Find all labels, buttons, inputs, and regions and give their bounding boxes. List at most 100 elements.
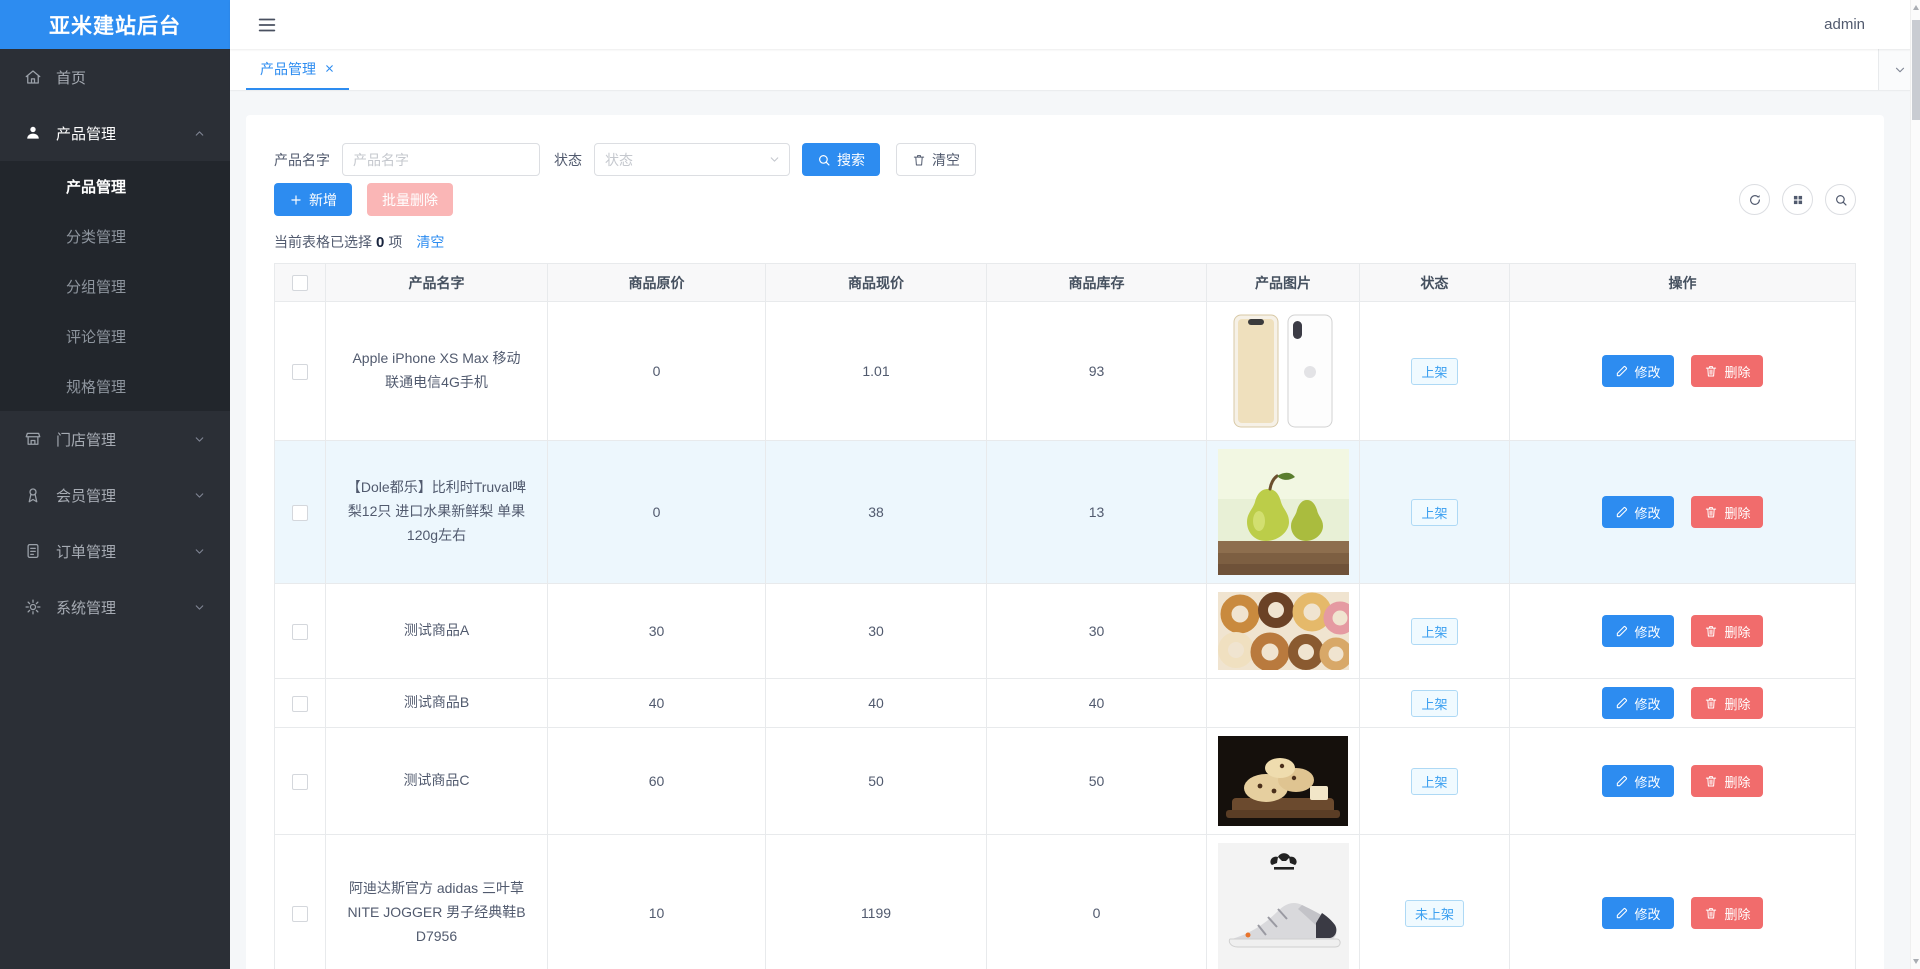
product-current-price: 30: [765, 583, 987, 679]
selection-prefix: 当前表格已选择: [274, 234, 372, 250]
row-checkbox[interactable]: [292, 905, 308, 922]
edit-button[interactable]: 修改: [1601, 765, 1674, 797]
edit-icon: [1616, 907, 1627, 919]
member-icon: [24, 486, 42, 504]
row-checkbox[interactable]: [292, 695, 308, 712]
edit-button[interactable]: 修改: [1601, 897, 1674, 929]
clear-filter-button[interactable]: 清空: [896, 143, 976, 176]
sidebar-item-1[interactable]: 产品管理: [0, 105, 230, 161]
scroll-up-arrow-icon[interactable]: [1913, 5, 1919, 10]
tab-close-icon[interactable]: [324, 63, 335, 74]
zoom-button[interactable]: [1825, 184, 1856, 215]
chevron-down-icon: [1895, 67, 1904, 72]
delete-button-label: 删除: [1724, 364, 1751, 380]
sidebar-subitem-label: 分组管理: [66, 278, 127, 296]
search-button[interactable]: 搜索: [802, 143, 880, 176]
product-image-donuts: [1217, 592, 1349, 670]
product-image-cell: [1206, 583, 1360, 679]
sidebar-subitem-3[interactable]: 评论管理: [0, 311, 230, 361]
product-image-cell: [1206, 678, 1360, 728]
product-stock: 13: [986, 440, 1207, 584]
edit-icon: [1616, 775, 1627, 787]
product-current-price: 38: [765, 440, 987, 584]
sidebar-item-4[interactable]: 订单管理: [0, 523, 230, 579]
tab-product-management[interactable]: 产品管理: [246, 49, 349, 90]
product-image-cell: [1206, 440, 1360, 584]
product-name-input[interactable]: [342, 143, 540, 176]
row-checkbox[interactable]: [292, 623, 308, 640]
app-logo: 亚米建站后台: [0, 0, 230, 49]
sidebar-item-0[interactable]: 首页: [0, 49, 230, 105]
product-name: 测试商品A: [325, 583, 548, 679]
row-checkbox[interactable]: [292, 363, 308, 380]
scrollbar-thumb[interactable]: [1912, 20, 1920, 120]
table-row: 【Dole都乐】比利时Truval啤梨12只 进口水果新鲜梨 单果120g左右 …: [274, 440, 1856, 584]
row-checkbox[interactable]: [292, 773, 308, 790]
delete-button[interactable]: 删除: [1691, 355, 1764, 387]
product-stock: 0: [986, 834, 1207, 969]
delete-button-label: 删除: [1724, 505, 1751, 521]
columns-button[interactable]: [1782, 184, 1813, 215]
search-icon: [1835, 194, 1847, 206]
status-badge: 未上架: [1404, 899, 1464, 927]
product-image-sneaker: [1217, 843, 1349, 969]
table-row: 测试商品A 30 30 30 上架 修改 删除: [274, 583, 1856, 679]
gear-icon: [24, 598, 42, 616]
add-button-label: 新增: [309, 191, 337, 208]
row-checkbox[interactable]: [292, 504, 308, 521]
delete-button[interactable]: 删除: [1691, 897, 1764, 929]
table-row: 阿迪达斯官方 adidas 三叶草 NITE JOGGER 男子经典鞋BD795…: [274, 834, 1856, 969]
edit-button-label: 修改: [1634, 906, 1661, 922]
scroll-down-arrow-icon[interactable]: [1913, 959, 1919, 964]
select-all-checkbox[interactable]: [292, 275, 308, 292]
product-original-price: 60: [547, 727, 766, 835]
trash-icon: [913, 154, 925, 165]
user-menu[interactable]: admin: [1824, 16, 1865, 33]
edit-button[interactable]: 修改: [1601, 496, 1674, 528]
sidebar-subitem-1[interactable]: 分类管理: [0, 211, 230, 261]
batch-delete-label: 批量删除: [382, 191, 438, 208]
edit-button[interactable]: 修改: [1601, 615, 1674, 647]
tab-label: 产品管理: [260, 60, 316, 77]
product-name-label: 产品名字: [274, 151, 330, 168]
menu-toggle-icon[interactable]: [256, 14, 278, 36]
status-badge: 上架: [1411, 498, 1458, 526]
edit-button[interactable]: 修改: [1601, 687, 1674, 719]
sidebar-item-5[interactable]: 系统管理: [0, 579, 230, 635]
delete-button[interactable]: 删除: [1691, 496, 1764, 528]
delete-button-label: 删除: [1724, 696, 1751, 712]
table-row: Apple iPhone XS Max 移动联通电信4G手机 0 1.01 93…: [274, 301, 1856, 441]
sidebar-item-2[interactable]: 门店管理: [0, 411, 230, 467]
status-select[interactable]: [594, 143, 790, 176]
product-current-price: 1.01: [765, 301, 987, 441]
status-select-input[interactable]: [594, 143, 790, 176]
column-header: 状态: [1359, 263, 1510, 302]
sidebar-item-label: 首页: [56, 69, 87, 87]
grid-icon: [1793, 195, 1802, 204]
delete-button[interactable]: 删除: [1691, 615, 1764, 647]
product-table-body: Apple iPhone XS Max 移动联通电信4G手机 0 1.01 93…: [274, 301, 1856, 969]
delete-button-label: 删除: [1724, 774, 1751, 790]
add-button[interactable]: 新增: [274, 183, 352, 216]
product-name: 测试商品C: [325, 727, 548, 835]
delete-button[interactable]: 删除: [1691, 687, 1764, 719]
status-badge: 上架: [1411, 617, 1458, 645]
toolbar: 新增 批量删除: [274, 183, 1856, 216]
sidebar-subitem-2[interactable]: 分组管理: [0, 261, 230, 311]
product-image-cell: [1206, 301, 1360, 441]
product-name: 阿迪达斯官方 adidas 三叶草 NITE JOGGER 男子经典鞋BD795…: [325, 834, 548, 969]
vertical-scrollbar[interactable]: [1910, 0, 1920, 969]
refresh-button[interactable]: [1739, 184, 1770, 215]
sidebar-subitem-0[interactable]: 产品管理: [0, 161, 230, 211]
sidebar-item-3[interactable]: 会员管理: [0, 467, 230, 523]
status-label: 状态: [554, 151, 582, 168]
clear-selection-link[interactable]: 清空: [416, 232, 444, 252]
trash-icon: [1706, 507, 1717, 518]
table-tools: [1739, 184, 1856, 215]
column-header: 操作: [1509, 263, 1856, 302]
batch-delete-button[interactable]: 批量删除: [367, 183, 453, 216]
product-image-iphone: [1218, 310, 1348, 432]
edit-button[interactable]: 修改: [1601, 355, 1674, 387]
sidebar-subitem-4[interactable]: 规格管理: [0, 361, 230, 411]
delete-button[interactable]: 删除: [1691, 765, 1764, 797]
